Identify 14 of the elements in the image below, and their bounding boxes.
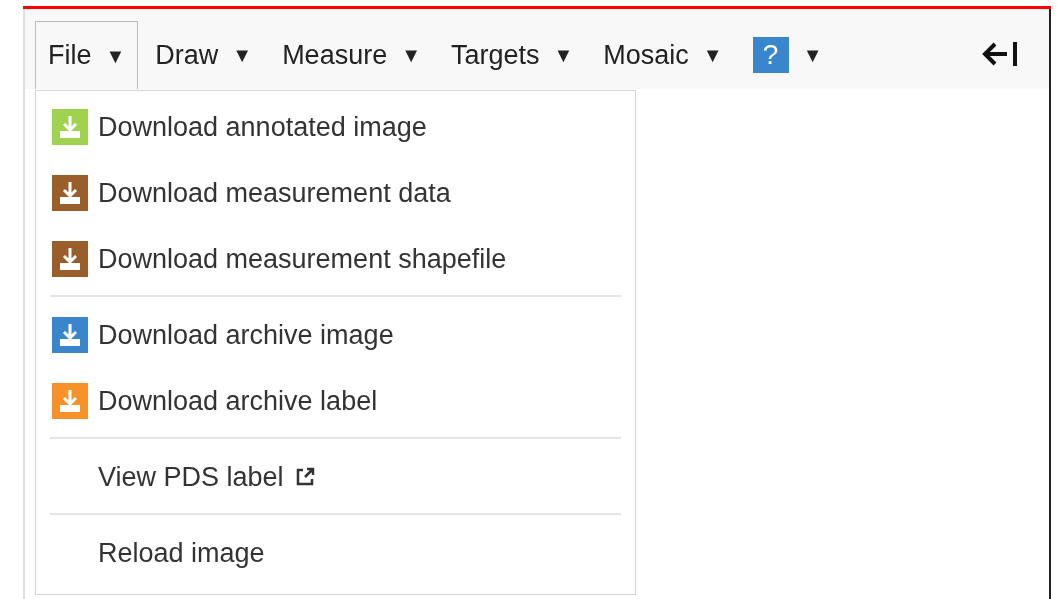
help-icon: ? bbox=[752, 37, 789, 73]
menu-button[interactable]: Mosaic ▼ bbox=[590, 21, 736, 89]
menu-button[interactable]: Draw ▼ bbox=[142, 21, 266, 89]
menu-item[interactable]: View PDS label bbox=[50, 447, 621, 513]
menu-item[interactable]: Download archive image bbox=[50, 305, 621, 371]
menu-item[interactable]: Download archive label bbox=[50, 371, 621, 437]
menu-button[interactable]: Measure ▼ bbox=[269, 21, 434, 89]
menu-button[interactable]: File ▼ bbox=[35, 21, 139, 89]
menu-item[interactable]: Download measurement shapefile bbox=[50, 229, 621, 295]
menu-item[interactable]: Download annotated image bbox=[50, 97, 621, 163]
help-menu-button[interactable]: ? ▼ bbox=[739, 21, 836, 89]
menu-item[interactable]: Reload image bbox=[50, 523, 621, 589]
menu-button[interactable]: Targets ▼ bbox=[437, 21, 587, 89]
menu-item[interactable]: Download measurement data bbox=[50, 163, 621, 229]
